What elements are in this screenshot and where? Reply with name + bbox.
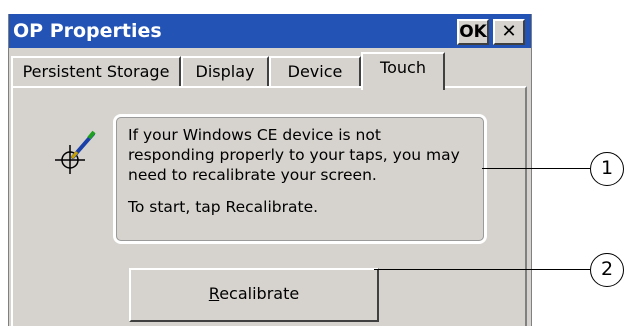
info-text-recalibrate-hint: If your Windows CE device is not respond…: [128, 126, 460, 184]
ok-button[interactable]: OK: [457, 19, 489, 45]
window-title: OP Properties: [13, 20, 162, 42]
callout-marker-1: 1: [590, 152, 624, 186]
callout-line-1: [482, 168, 590, 169]
tab-persistent-storage[interactable]: Persistent Storage: [11, 56, 181, 88]
recalibrate-accelerator: R: [208, 284, 220, 303]
tab-touch[interactable]: Touch: [361, 52, 445, 90]
callout-line-2: [374, 269, 590, 270]
close-icon: ✕: [501, 21, 517, 42]
recalibrate-button[interactable]: Recalibrate: [129, 268, 379, 322]
close-button[interactable]: ✕: [493, 19, 525, 45]
info-text-start: To start, tap Recalibrate.: [128, 198, 319, 216]
op-properties-window: OP Properties OK ✕ Persistent Storage Di…: [8, 14, 532, 326]
touch-info-box: If your Windows CE device is not respond…: [113, 114, 487, 244]
recalibrate-label: ecalibrate: [219, 284, 300, 303]
title-bar: OP Properties OK ✕: [9, 14, 531, 48]
tab-device[interactable]: Device: [269, 56, 361, 88]
stylus-crosshair-icon: [55, 130, 96, 174]
callout-marker-2: 2: [590, 253, 624, 287]
touch-tab-panel: If your Windows CE device is not respond…: [11, 86, 527, 326]
tab-display[interactable]: Display: [181, 56, 269, 88]
tab-bar: Persistent Storage Display Device Touch: [9, 52, 531, 90]
